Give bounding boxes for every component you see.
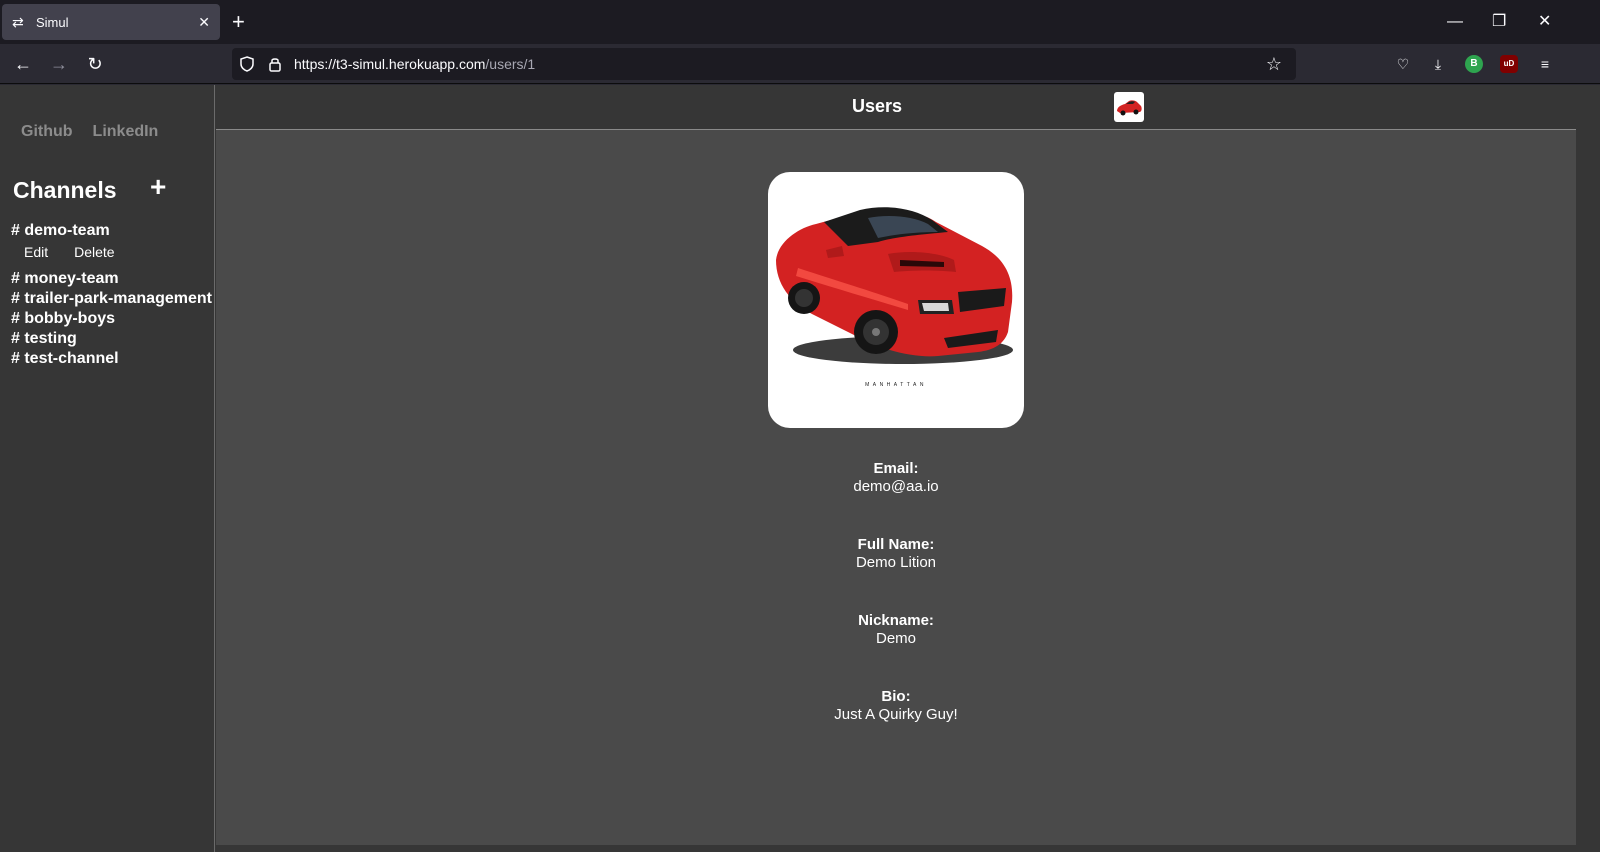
reload-icon[interactable]: ↻ [84,53,106,75]
browser-tab[interactable]: ⇄ Simul ✕ [2,4,220,40]
page-title: Users [851,96,903,116]
new-tab-icon[interactable]: + [232,10,245,34]
lock-icon[interactable] [266,55,284,73]
sports-car-image: MANHATTAN [776,207,1013,388]
forward-icon[interactable]: → [48,53,70,75]
main-header: Users [216,85,1576,130]
close-tab-icon[interactable]: ✕ [198,14,210,30]
browser-nav-bar: ← → ↻ https://t3-simul.herokuapp.com/use… [0,44,1600,84]
url-bar[interactable]: https://t3-simul.herokuapp.com/users/1 ☆ [232,48,1296,80]
email-field: Email: demo@aa.io [216,460,1576,496]
close-window-icon[interactable]: ✕ [1538,12,1551,32]
delete-channel-button[interactable]: Delete [74,243,114,261]
channel-item-demo-team[interactable]: # demo-team [11,221,216,241]
download-icon[interactable]: ⤓ [1429,55,1447,73]
channel-actions: Edit Delete [11,243,216,261]
channels-heading: Channels [13,177,117,203]
nickname-field: Nickname: Demo [216,612,1576,648]
full-name-value: Demo Lition [855,554,937,571]
channel-item-testing[interactable]: # testing [11,329,216,349]
channel-list: # demo-team Edit Delete # money-team # t… [11,221,216,369]
extension-b-icon[interactable]: B [1465,55,1483,73]
arrows-swap-icon: ⇄ [12,14,24,30]
bio-value: Just A Quirky Guy! [834,706,958,723]
ublock-icon[interactable]: uD [1500,55,1518,73]
main-content: Users MANHATTAN Email: demo@aa.io Full N… [216,85,1576,845]
edit-channel-button[interactable]: Edit [24,243,48,261]
email-value: demo@aa.io [853,478,939,495]
channel-item-bobby-boys[interactable]: # bobby-boys [11,309,216,329]
channel-item-test-channel[interactable]: # test-channel [11,349,216,369]
bio-field: Bio: Just A Quirky Guy! [216,688,1576,724]
browser-tab-bar: ⇄ Simul ✕ + — ❐ ✕ [0,0,1600,44]
restore-icon[interactable]: ❐ [1492,12,1506,32]
page: Github LinkedIn Channels + # demo-team E… [0,85,1600,852]
channel-item-trailer-park-management[interactable]: # trailer-park-management [11,289,216,309]
add-channel-button[interactable]: + [150,171,166,203]
menu-icon[interactable]: ≡ [1536,55,1554,73]
github-link[interactable]: Github [21,123,73,141]
url-path: /users/1 [485,56,536,72]
url-host: https://t3-simul.herokuapp.com [294,56,486,72]
url-text: https://t3-simul.herokuapp.com/users/1 [294,56,535,72]
profile-picture: MANHATTAN [768,172,1024,428]
nickname-label: Nickname: [858,612,934,629]
user-avatar[interactable] [1114,92,1144,122]
sidebar: Github LinkedIn Channels + # demo-team E… [0,85,215,852]
shield-icon[interactable] [238,55,256,73]
email-label: Email: [873,460,919,477]
nickname-value: Demo [875,630,916,647]
back-icon[interactable]: ← [12,53,34,75]
linkedin-link[interactable]: LinkedIn [93,123,159,141]
external-links: Github LinkedIn [21,123,158,141]
minimize-icon[interactable]: — [1447,12,1463,32]
bio-label: Bio: [881,688,911,705]
car-thumbnail-icon [1117,100,1142,116]
tab-title: Simul [36,14,69,30]
pocket-icon[interactable]: ♡ [1394,55,1412,73]
channel-item-money-team[interactable]: # money-team [11,269,216,289]
bookmark-star-icon[interactable]: ☆ [1266,54,1282,74]
full-name-field: Full Name: Demo Lition [216,536,1576,572]
image-caption: MANHATTAN [865,382,927,388]
full-name-label: Full Name: [857,536,935,553]
